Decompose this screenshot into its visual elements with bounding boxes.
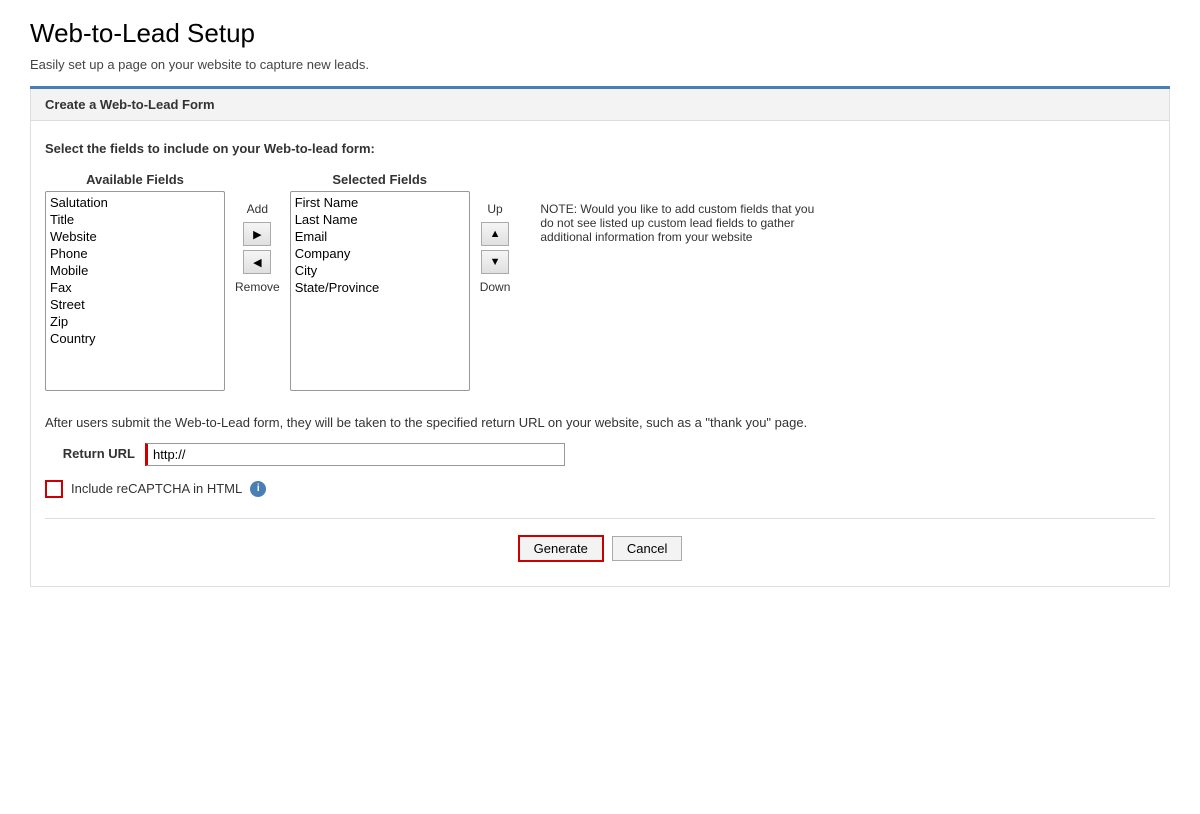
list-item[interactable]: Salutation	[46, 194, 224, 211]
captcha-checkbox[interactable]	[45, 480, 63, 498]
captcha-row: Include reCAPTCHA in HTML i	[45, 480, 1155, 498]
list-item[interactable]: Website	[46, 228, 224, 245]
available-fields-label: Available Fields	[86, 172, 184, 187]
list-item[interactable]: Phone	[46, 245, 224, 262]
up-label: Up	[487, 202, 502, 216]
selected-fields-container: Selected Fields First Name Last Name Ema…	[290, 172, 470, 391]
note-text: NOTE: Would you like to add custom field…	[540, 202, 814, 244]
up-down-buttons: Up ▲ ▼ Down	[470, 172, 511, 294]
list-item[interactable]: Fax	[46, 279, 224, 296]
return-url-label: Return URL	[45, 444, 135, 464]
page-title: Web-to-Lead Setup	[30, 18, 1170, 49]
note-section: NOTE: Would you like to add custom field…	[510, 172, 830, 244]
cancel-button[interactable]: Cancel	[612, 536, 682, 561]
available-fields-container: Available Fields Salutation Title Websit…	[45, 172, 225, 391]
buttons-row: Generate Cancel	[45, 518, 1155, 562]
list-item[interactable]: Zip	[46, 313, 224, 330]
page-wrapper: Web-to-Lead Setup Easily set up a page o…	[10, 0, 1190, 605]
available-fields-listbox[interactable]: Salutation Title Website Phone Mobile Fa…	[45, 191, 225, 391]
down-button[interactable]: ▼	[481, 250, 509, 274]
list-item[interactable]: State/Province	[291, 279, 469, 296]
selected-fields-listbox[interactable]: First Name Last Name Email Company City …	[290, 191, 470, 391]
remove-button[interactable]: ◀	[243, 250, 271, 274]
list-item[interactable]: Last Name	[291, 211, 469, 228]
section-header: Create a Web-to-Lead Form	[30, 89, 1170, 121]
list-item[interactable]: Company	[291, 245, 469, 262]
fields-layout: Available Fields Salutation Title Websit…	[45, 172, 1155, 391]
list-item[interactable]: First Name	[291, 194, 469, 211]
selected-fields-label: Selected Fields	[332, 172, 427, 187]
up-button[interactable]: ▲	[481, 222, 509, 246]
list-item[interactable]: Mobile	[46, 262, 224, 279]
fields-instruction: Select the fields to include on your Web…	[45, 141, 1155, 156]
section-body: Select the fields to include on your Web…	[30, 121, 1170, 587]
return-url-row: Return URL	[45, 443, 1155, 466]
return-url-section: After users submit the Web-to-Lead form,…	[45, 413, 1155, 466]
after-submit-info: After users submit the Web-to-Lead form,…	[45, 413, 1155, 433]
down-label: Down	[480, 280, 511, 294]
generate-button[interactable]: Generate	[518, 535, 604, 562]
info-icon[interactable]: i	[250, 481, 266, 497]
list-item[interactable]: Country	[46, 330, 224, 347]
list-item[interactable]: Title	[46, 211, 224, 228]
page-subtitle: Easily set up a page on your website to …	[30, 57, 1170, 72]
add-label: Add	[247, 202, 268, 216]
return-url-input[interactable]	[145, 443, 565, 466]
captcha-label: Include reCAPTCHA in HTML	[71, 481, 242, 496]
add-button[interactable]: ▶	[243, 222, 271, 246]
list-item[interactable]: City	[291, 262, 469, 279]
list-item[interactable]: Email	[291, 228, 469, 245]
remove-label: Remove	[235, 280, 280, 294]
transfer-buttons: Add ▶ ◀ Remove	[225, 172, 290, 294]
list-item[interactable]: Street	[46, 296, 224, 313]
